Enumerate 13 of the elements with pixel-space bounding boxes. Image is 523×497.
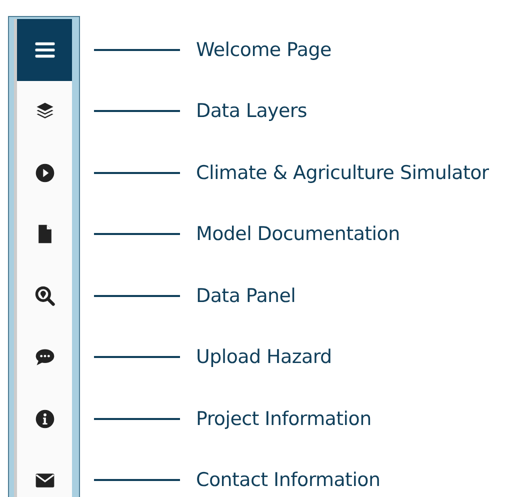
speech-bubble-icon <box>34 346 56 368</box>
callout-label: Contact Information <box>196 468 380 493</box>
sidebar-button[interactable] <box>17 19 72 80</box>
callout-label: Model Documentation <box>196 222 400 247</box>
info-icon <box>34 408 56 430</box>
play-icon <box>34 162 56 184</box>
callout-label: Data Panel <box>196 284 296 308</box>
callout-label: Climate & Agriculture Simulator <box>196 160 489 186</box>
callout-label: Upload Hazard <box>196 345 332 370</box>
callout-label: Project Information <box>196 406 372 432</box>
search-icon <box>34 284 56 307</box>
callout-label: Data Layers <box>196 99 307 124</box>
callout-label: Welcome Page <box>196 38 332 62</box>
